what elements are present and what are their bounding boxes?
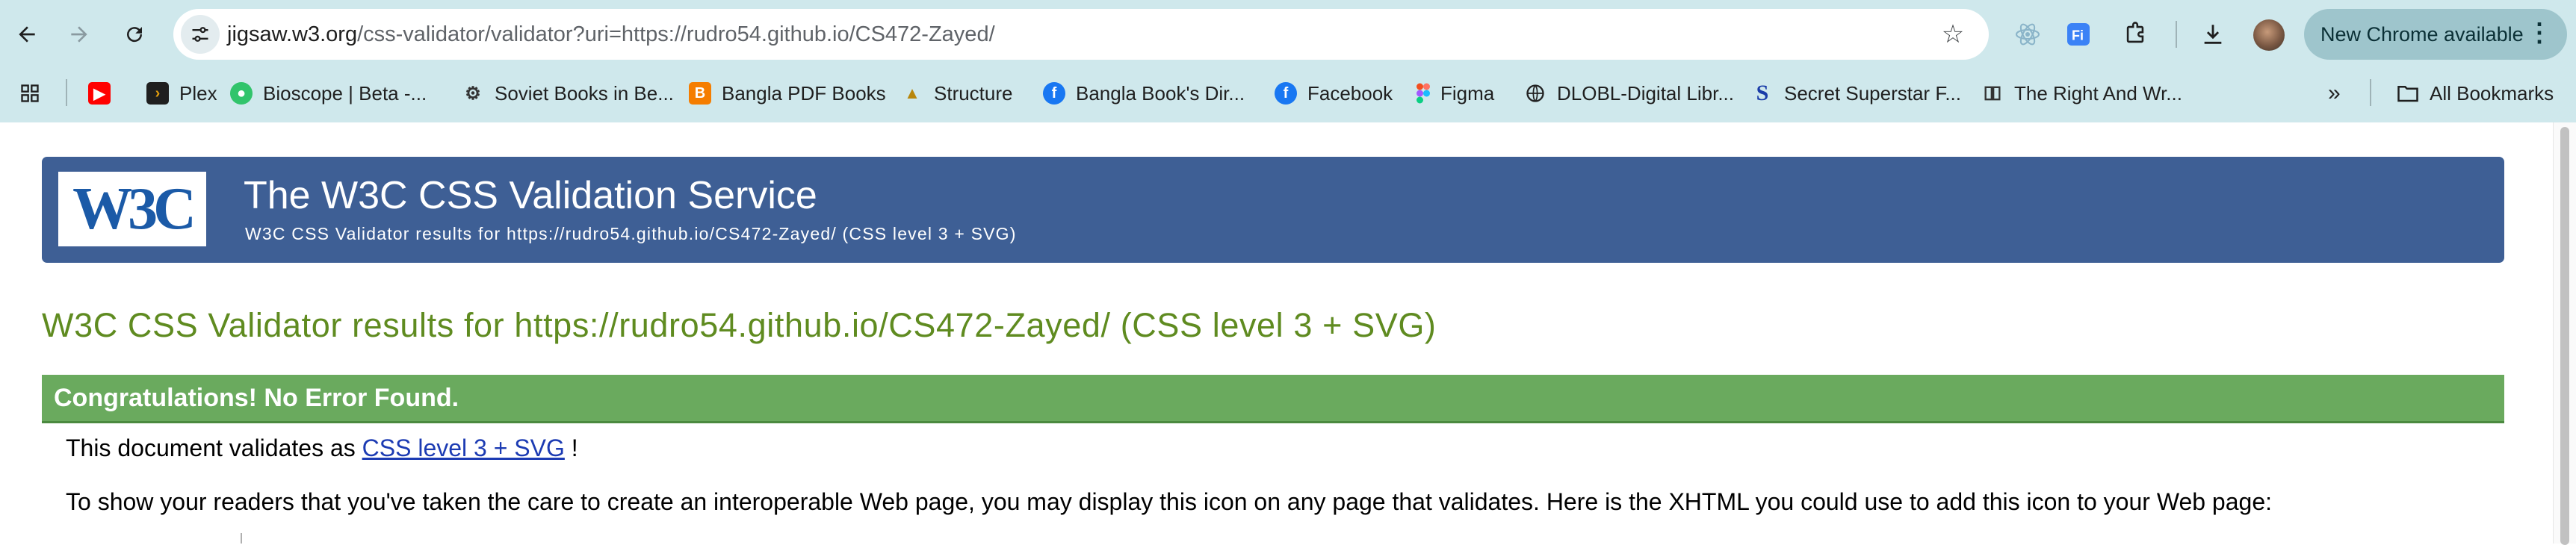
update-button-label: New Chrome available xyxy=(2320,23,2524,46)
page-content: W3C The W3C CSS Validation Service W3C C… xyxy=(0,122,2576,545)
forward-button[interactable] xyxy=(55,10,103,58)
toolbar-separator xyxy=(2176,21,2177,48)
apps-grid-icon[interactable] xyxy=(19,76,40,110)
facebook-icon: f xyxy=(1043,82,1065,105)
bookmark-right-and-wrong[interactable]: The Right And Wr... xyxy=(1981,76,2182,110)
chrome-update-button[interactable]: New Chrome available ⋮ xyxy=(2304,9,2567,60)
css-level-link[interactable]: CSS level 3 + SVG xyxy=(362,435,565,461)
download-icon[interactable] xyxy=(2195,16,2231,52)
validation-statement: This document validates as CSS level 3 +… xyxy=(66,435,578,462)
reload-icon xyxy=(127,27,143,43)
bookmark-label: Plex xyxy=(179,81,217,105)
all-bookmarks-button[interactable]: All Bookmarks xyxy=(2397,76,2554,110)
all-bookmarks-label: All Bookmarks xyxy=(2430,81,2554,105)
bookmark-soviet-books[interactable]: ⚙ Soviet Books in Be... xyxy=(462,76,674,110)
soviet-books-icon: ⚙ xyxy=(465,83,481,104)
url-path: /css-validator/validator?uri=https://rud… xyxy=(357,22,995,46)
bookmark-label: Bangla Book's Dir... xyxy=(1076,81,1245,105)
tune-icon xyxy=(192,27,208,42)
blogger-icon: B xyxy=(689,82,711,105)
more-menu-icon[interactable]: ⋮ xyxy=(2527,9,2552,57)
banner-subtitle: W3C CSS Validator results for https://ru… xyxy=(245,224,1017,243)
banner-title[interactable]: The W3C CSS Validation Service xyxy=(244,173,817,218)
profile-avatar[interactable] xyxy=(2253,19,2285,51)
youtube-icon: ▶ xyxy=(88,82,111,105)
bookmark-youtube[interactable]: ▶ xyxy=(88,76,121,110)
url-text[interactable]: jigsaw.w3.org/css-validator/validator?ur… xyxy=(227,9,995,60)
figma-icon xyxy=(1417,82,1430,105)
congratulations-bar: Congratulations! No Error Found. xyxy=(42,375,2504,423)
reload-button[interactable] xyxy=(111,10,158,58)
browser-chrome: jigsaw.w3.org/css-validator/validator?ur… xyxy=(0,0,2576,122)
book-icon xyxy=(1981,82,2004,105)
facebook-icon: f xyxy=(1275,82,1297,105)
url-host: jigsaw.w3.org xyxy=(227,22,358,46)
svg-text:Fi: Fi xyxy=(2072,28,2084,43)
browser-toolbar: jigsaw.w3.org/css-validator/validator?ur… xyxy=(0,0,2576,69)
plex-icon: › xyxy=(146,82,169,105)
bookmark-bangla-pdf[interactable]: B Bangla PDF Books xyxy=(689,76,886,110)
react-devtools-icon[interactable] xyxy=(2010,16,2046,52)
bookmark-label: Structure xyxy=(934,81,1013,105)
validator-banner: W3C The W3C CSS Validation Service W3C C… xyxy=(42,157,2504,263)
bookmark-label: DLOBL-Digital Libr... xyxy=(1557,81,1734,105)
congratulations-text: Congratulations! No Error Found. xyxy=(54,384,459,412)
bookmarks-bar: ▶ › Plex ● Bioscope | Beta -... ⚙ Soviet… xyxy=(0,69,2576,119)
validates-prefix: This document validates as xyxy=(66,435,356,461)
bookmark-label: Soviet Books in Be... xyxy=(495,81,674,105)
font-extension-icon[interactable]: Fi xyxy=(2061,16,2096,52)
results-heading: W3C CSS Validator results for https://ru… xyxy=(42,306,1437,344)
bookmarks-overflow-icon[interactable]: » xyxy=(2328,76,2341,110)
arrow-left-icon xyxy=(19,26,35,43)
arrow-right-icon xyxy=(71,26,87,43)
bookmark-facebook[interactable]: f Facebook xyxy=(1275,76,1393,110)
bookmark-dlobl[interactable]: DLOBL-Digital Libr... xyxy=(1524,76,1734,110)
bookmark-label: Bangla PDF Books xyxy=(722,81,886,105)
bookmark-bangla-book-dir[interactable]: f Bangla Book's Dir... xyxy=(1043,76,1245,110)
globe-icon xyxy=(1524,82,1546,105)
bookmark-label: The Right And Wr... xyxy=(2014,81,2182,105)
bookmark-plex[interactable]: › Plex xyxy=(146,76,217,110)
extensions-puzzle-icon[interactable] xyxy=(2117,16,2153,52)
s-icon: S xyxy=(1756,81,1769,105)
site-info-button[interactable] xyxy=(181,15,220,54)
bookmark-label: Bioscope | Beta -... xyxy=(263,81,427,105)
bookmark-bioscope[interactable]: ● Bioscope | Beta -... xyxy=(230,76,427,110)
bookmark-label: Secret Superstar F... xyxy=(1784,81,1961,105)
code-block-edge xyxy=(241,533,242,544)
bookmark-label: Facebook xyxy=(1307,81,1393,105)
w3c-logo[interactable]: W3C xyxy=(58,172,206,246)
vertical-scrollbar[interactable] xyxy=(2553,122,2576,545)
w3c-logo-text: W3C xyxy=(72,175,196,242)
validates-suffix: ! xyxy=(571,435,578,461)
structure-icon: ▲ xyxy=(904,84,920,102)
bookmarks-separator xyxy=(66,79,67,106)
icon-instructions: To show your readers that you've taken t… xyxy=(66,488,2272,515)
folder-icon xyxy=(2397,82,2419,105)
bookmark-star-icon[interactable]: ☆ xyxy=(1936,18,1969,51)
bioscope-icon: ● xyxy=(230,82,253,105)
address-bar[interactable]: jigsaw.w3.org/css-validator/validator?ur… xyxy=(173,9,1989,60)
bookmark-label: Figma xyxy=(1440,81,1495,105)
bookmark-secret-superstar[interactable]: S Secret Superstar F... xyxy=(1751,76,1961,110)
scrollbar-thumb[interactable] xyxy=(2560,127,2569,545)
bookmarks-separator xyxy=(2370,79,2371,106)
bookmark-figma[interactable]: Figma xyxy=(1417,76,1494,110)
bookmark-structure[interactable]: ▲ Structure xyxy=(901,76,1013,110)
back-button[interactable] xyxy=(3,10,51,58)
